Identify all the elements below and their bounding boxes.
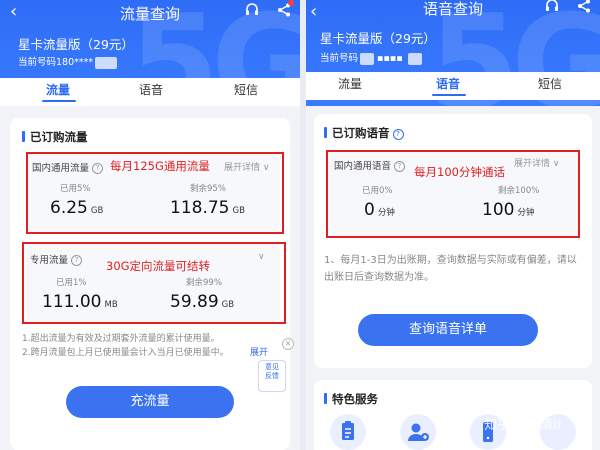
zhihu-watermark: 知乎 @雨清it <box>484 418 562 433</box>
remain-label-2: 剩余99% <box>186 278 222 288</box>
annotation-text: 每月100分钟通话 <box>414 165 505 179</box>
section-marker <box>22 131 25 142</box>
tab-voice[interactable]: 语音 <box>436 75 460 92</box>
tab-flow[interactable]: 流量 <box>338 75 362 92</box>
tab-sms[interactable]: 短信 <box>234 81 258 98</box>
notification-dot <box>288 0 294 6</box>
remain-unit-2: GB <box>221 300 235 310</box>
section-title-text: 已订购语音 <box>332 126 390 140</box>
used-number: 6.25 <box>50 198 88 218</box>
used-number: 0 <box>364 200 375 220</box>
voice-label-text: 国内通用语音 <box>334 161 392 172</box>
section-title: 已订购语音? <box>332 125 404 141</box>
headset-icon[interactable] <box>244 2 260 18</box>
voice-detail-button[interactable]: 查询语音详单 <box>358 314 538 346</box>
used-value: 6.25 GB <box>50 198 103 218</box>
chevron-down-icon[interactable]: ∨ <box>258 252 265 262</box>
remain-number-2: 59.89 <box>170 292 219 312</box>
annotation-text-2: 30G定向流量可结转 <box>106 259 211 273</box>
remain-label: 剩余95% <box>190 184 226 194</box>
section-marker <box>324 393 327 404</box>
used-unit-2: MB <box>104 300 118 310</box>
help-icon[interactable]: ? <box>92 163 104 174</box>
used-unit: GB <box>90 206 104 216</box>
package-name: 星卡流量版（29元） <box>18 37 134 52</box>
general-flow-label-text: 国内通用流量 <box>32 163 90 174</box>
note-2: 2.跨月流量包上月已使用量会计入当月已使用量中。 <box>22 348 229 358</box>
remain-number: 100 <box>482 200 515 220</box>
help-icon[interactable]: ? <box>394 161 406 172</box>
active-tab-indicator <box>42 100 76 102</box>
remain-unit: GB <box>232 206 245 216</box>
general-flow-label: 国内通用流量? <box>32 160 104 174</box>
expand-details-text: 展开详情 <box>514 159 551 169</box>
remain-label: 剩余100% <box>498 186 540 196</box>
package-name: 星卡流量版（29元） <box>320 31 436 46</box>
masked-block <box>95 56 118 69</box>
used-number-2: 111.00 <box>42 292 102 312</box>
note-expand-link[interactable]: 展开 <box>250 346 268 360</box>
share-icon[interactable] <box>576 0 592 14</box>
tab-flow[interactable]: 流量 <box>46 81 70 98</box>
billing-note: 1、每月1-3日为出账期，查询数据与实际或有偏差，请以出账日后查询数据为准。 <box>324 255 577 283</box>
used-label: 已用5% <box>60 184 91 194</box>
section-marker <box>324 127 327 138</box>
current-number: 当前号码 ▪▪▪▪ <box>320 50 422 65</box>
dedicated-flow-label: 专用流量? <box>30 252 83 266</box>
tab-sms[interactable]: 短信 <box>538 75 562 92</box>
feedback-button[interactable]: 意见 反馈 <box>258 360 286 392</box>
section-title-text: 已订购流量 <box>30 130 88 144</box>
close-icon[interactable]: ✕ <box>282 338 294 350</box>
current-number-text: 当前号码180 <box>18 57 75 68</box>
help-icon[interactable]: ? <box>71 255 83 266</box>
remain-unit: 分钟 <box>517 208 535 218</box>
chevron-down-icon: ∨ <box>262 163 270 173</box>
section-title: 特色服务 <box>332 392 378 406</box>
tab-strip: 流量 语音 短信 <box>0 78 300 106</box>
chevron-down-icon: ∨ <box>552 159 560 169</box>
voice-label: 国内通用语音? <box>334 158 406 172</box>
flow-card: 已订购流量 国内通用流量? 每月125G通用流量 展开详情 ∨ 已用5% 6.2… <box>10 118 294 450</box>
current-number: 当前号码180**** <box>18 54 118 69</box>
used-unit: 分钟 <box>377 208 395 218</box>
current-number-text: 当前号码 <box>320 53 359 64</box>
used-label-2: 已用1% <box>56 278 87 288</box>
used-value-2: 111.00 MB <box>42 292 118 312</box>
headset-icon[interactable] <box>544 0 560 14</box>
help-icon[interactable]: ? <box>392 129 404 140</box>
remain-value: 118.75 GB <box>170 198 245 218</box>
note-1: 1.超出流量为有效及过期套外流量的累计使用量。 <box>22 334 220 344</box>
active-tab-indicator <box>432 94 466 96</box>
used-label: 已用0% <box>362 186 393 196</box>
used-value: 0 分钟 <box>364 200 395 220</box>
voice-query-screen: 5G ‹ 语音查询 星卡流量版（29元） 当前号码 ▪▪▪▪ 流量 语音 短信 … <box>306 0 600 450</box>
masked-dots: ▪▪▪▪ <box>377 53 403 64</box>
service-list-icon[interactable] <box>330 414 366 450</box>
flow-query-screen: 5G ‹ 流量查询 星卡流量版（29元） 当前号码180**** 流量 语音 短… <box>0 0 300 450</box>
tab-voice[interactable]: 语音 <box>139 81 163 98</box>
masked-block <box>360 52 375 65</box>
remain-number: 118.75 <box>170 198 230 218</box>
top-bar: ‹ 流量查询 <box>0 0 300 26</box>
tab-strip: 流量 语音 短信 <box>306 72 600 100</box>
remain-value-2: 59.89 GB <box>170 292 234 312</box>
user-add-icon[interactable] <box>400 414 436 450</box>
dedicated-flow-label-text: 专用流量 <box>30 255 69 266</box>
remain-value: 100 分钟 <box>482 200 534 220</box>
number-mask: **** <box>74 57 94 68</box>
expand-details-link[interactable]: 展开详情 ∨ <box>224 160 269 173</box>
top-bar: ‹ 语音查询 <box>306 0 600 26</box>
voice-card: 已订购语音? 国内通用语音? 每月100分钟通话 展开详情 ∨ 已用0% 0 分钟… <box>314 114 592 368</box>
expand-details-text: 展开详情 <box>224 163 261 173</box>
annotation-text: 每月125G通用流量 <box>110 159 210 173</box>
recharge-flow-button[interactable]: 充流量 <box>66 386 234 418</box>
masked-block-2 <box>407 52 422 65</box>
section-title: 已订购流量 <box>30 129 88 145</box>
expand-details-link[interactable]: 展开详情 ∨ <box>514 156 559 169</box>
